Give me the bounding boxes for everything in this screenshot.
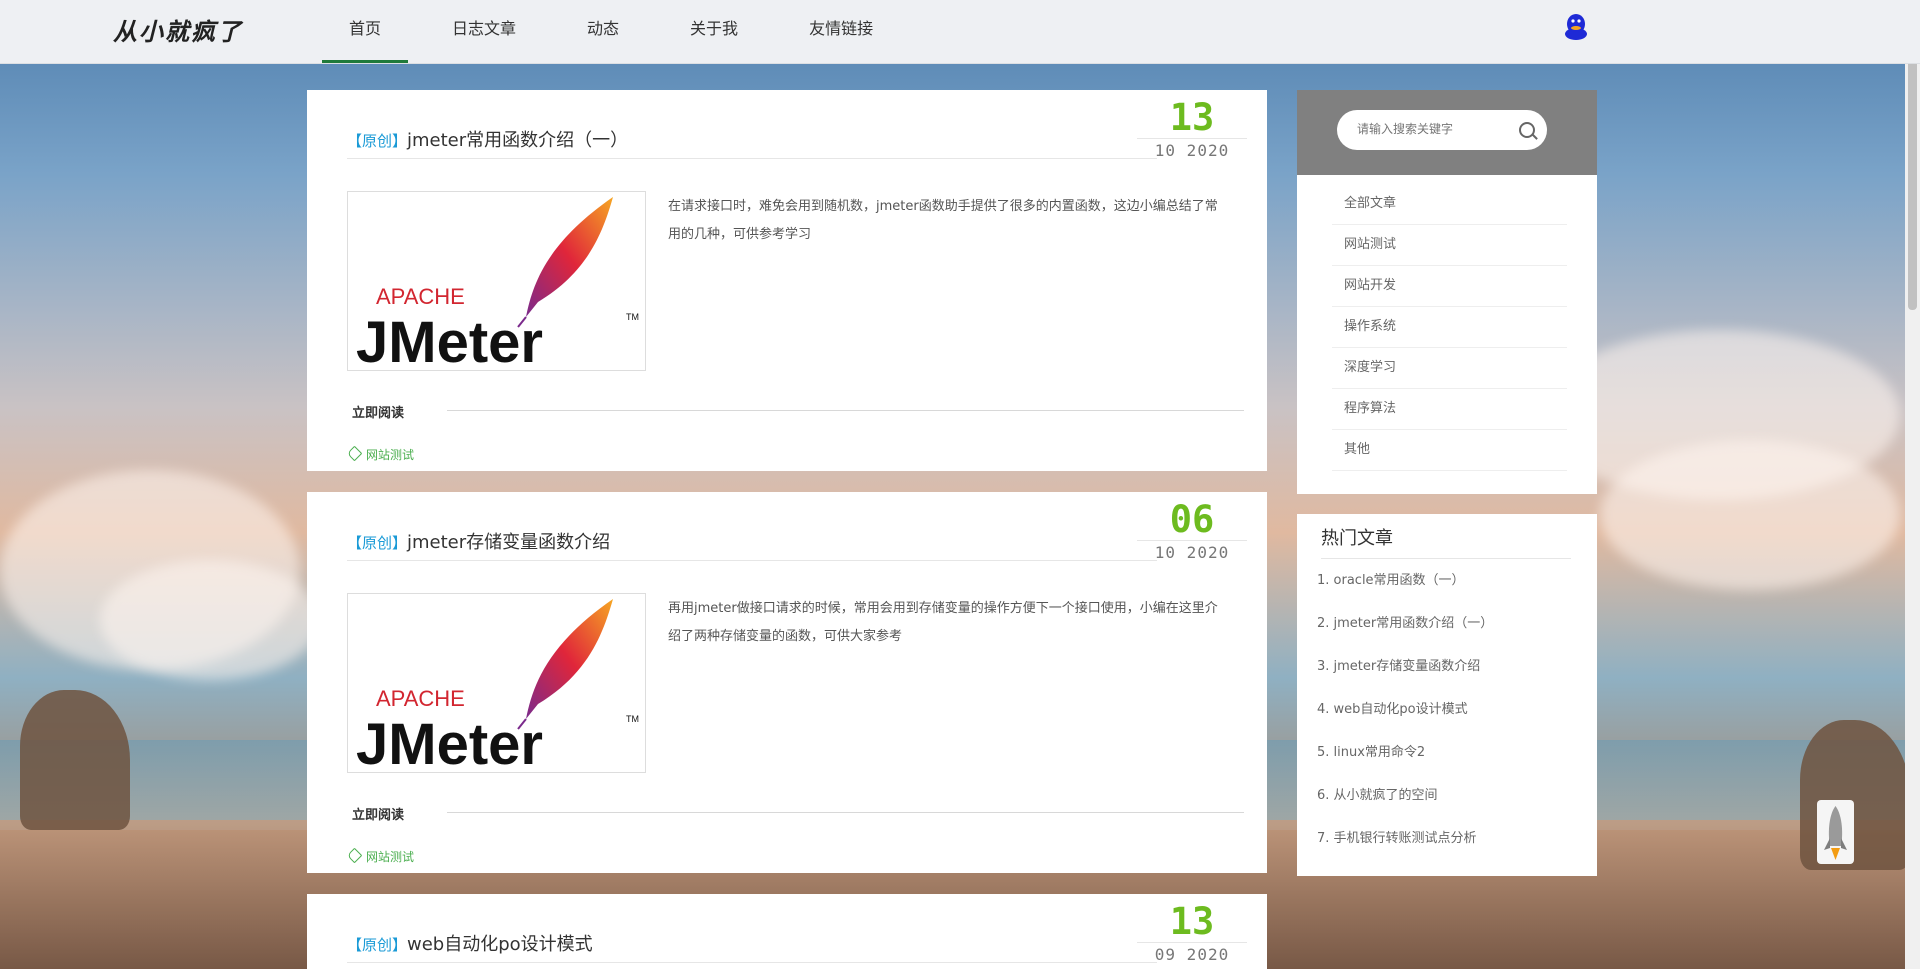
search-input[interactable]	[1355, 121, 1509, 137]
search-area	[1297, 90, 1597, 175]
hot-article-link[interactable]: 1. oracle常用函数（一）	[1317, 569, 1493, 612]
article-excerpt: 在请求接口时，难免会用到随机数，jmeter函数助手提供了很多的内置函数，这边小…	[668, 199, 1218, 242]
divider	[447, 812, 1244, 813]
article-title[interactable]: jmeter常用函数介绍（一）	[407, 130, 628, 151]
svg-text:TM: TM	[626, 714, 639, 724]
category-item[interactable]: 网站测试	[1332, 226, 1567, 266]
main-nav: 首页 日志文章 动态 关于我 友情链接	[322, 0, 917, 63]
tag-icon	[346, 445, 363, 462]
post-month-year: 10 2020	[1137, 138, 1247, 160]
post-date: 13 10 2020	[1137, 98, 1247, 160]
article-card: 【原创】web自动化po设计模式 13 09 2020	[307, 894, 1267, 969]
hot-articles-title: 热门文章	[1321, 524, 1571, 559]
category-list: 全部文章 网站测试 网站开发 操作系统 深度学习 程序算法 其他	[1332, 185, 1567, 472]
search-icon[interactable]	[1519, 122, 1535, 138]
original-tag: 【原创】	[347, 534, 408, 552]
category-item[interactable]: 全部文章	[1332, 185, 1567, 225]
svg-text:JMeter: JMeter	[356, 712, 543, 772]
svg-text:TM: TM	[626, 312, 639, 322]
read-more-link[interactable]: 立即阅读	[352, 402, 404, 421]
nav-item-about[interactable]: 关于我	[663, 0, 765, 63]
category-item[interactable]: 操作系统	[1332, 308, 1567, 348]
divider	[447, 410, 1244, 411]
hot-article-link[interactable]: 2. jmeter常用函数介绍（一）	[1317, 612, 1493, 655]
back-to-top-button[interactable]	[1817, 800, 1854, 864]
category-link[interactable]: 网站测试	[346, 445, 414, 463]
post-day: 13	[1169, 900, 1215, 943]
hot-articles-list: 1. oracle常用函数（一） 2. jmeter常用函数介绍（一） 3. j…	[1317, 569, 1493, 870]
post-month-year: 10 2020	[1137, 540, 1247, 562]
original-tag: 【原创】	[347, 132, 408, 150]
rocket-icon	[1824, 806, 1847, 860]
svg-text:APACHE: APACHE	[376, 284, 465, 309]
nav-item-articles[interactable]: 日志文章	[425, 0, 543, 63]
article-thumbnail[interactable]: APACHE JMeter TM	[347, 191, 646, 375]
sidebar-categories-panel: 全部文章 网站测试 网站开发 操作系统 深度学习 程序算法 其他	[1297, 90, 1597, 494]
category-item[interactable]: 深度学习	[1332, 349, 1567, 389]
hot-article-link[interactable]: 5. linux常用命令2	[1317, 741, 1493, 784]
search-box	[1337, 110, 1547, 150]
article-card: 【原创】jmeter常用函数介绍（一） 13 10 2020 APACHE JM…	[307, 90, 1267, 471]
svg-text:APACHE: APACHE	[376, 686, 465, 711]
nav-item-moments[interactable]: 动态	[560, 0, 646, 63]
category-item[interactable]: 网站开发	[1332, 267, 1567, 307]
category-link[interactable]: 网站测试	[346, 847, 414, 865]
read-more-link[interactable]: 立即阅读	[352, 804, 404, 823]
nav-item-home[interactable]: 首页	[322, 0, 409, 63]
hot-article-link[interactable]: 3. jmeter存储变量函数介绍	[1317, 655, 1493, 698]
jmeter-logo-image: APACHE JMeter TM	[356, 599, 639, 777]
page-scrollbar[interactable]	[1905, 0, 1920, 969]
post-date: 06 10 2020	[1137, 500, 1247, 562]
article-title[interactable]: jmeter存储变量函数介绍	[407, 532, 610, 553]
article-card: 【原创】jmeter存储变量函数介绍 06 10 2020 APACHE JMe…	[307, 492, 1267, 873]
svg-text:JMeter: JMeter	[356, 310, 543, 370]
post-day: 13	[1169, 96, 1215, 139]
post-month-year: 09 2020	[1137, 942, 1247, 964]
article-title[interactable]: web自动化po设计模式	[407, 934, 593, 955]
article-excerpt: 再用jmeter做接口请求的时候，常用会用到存储变量的操作方便下一个接口使用，小…	[668, 601, 1218, 644]
qq-penguin-icon[interactable]	[1563, 13, 1589, 41]
hot-article-link[interactable]: 4. web自动化po设计模式	[1317, 698, 1493, 741]
original-tag: 【原创】	[347, 936, 408, 954]
tag-icon	[346, 847, 363, 864]
hot-articles-panel: 热门文章 1. oracle常用函数（一） 2. jmeter常用函数介绍（一）…	[1297, 514, 1597, 876]
article-thumbnail[interactable]: APACHE JMeter TM	[347, 593, 646, 777]
hot-article-link[interactable]: 6. 从小就疯了的空间	[1317, 784, 1493, 827]
hot-article-link[interactable]: 7. 手机银行转账测试点分析	[1317, 827, 1493, 870]
category-item[interactable]: 程序算法	[1332, 390, 1567, 430]
top-navbar: 从小就疯了 首页 日志文章 动态 关于我 友情链接	[0, 0, 1920, 64]
jmeter-logo-image: APACHE JMeter TM	[356, 197, 639, 375]
post-day: 06	[1169, 498, 1215, 541]
site-logo[interactable]: 从小就疯了	[113, 12, 243, 47]
category-item[interactable]: 其他	[1332, 431, 1567, 471]
nav-item-links[interactable]: 友情链接	[782, 0, 900, 63]
post-date: 13 09 2020	[1137, 902, 1247, 964]
